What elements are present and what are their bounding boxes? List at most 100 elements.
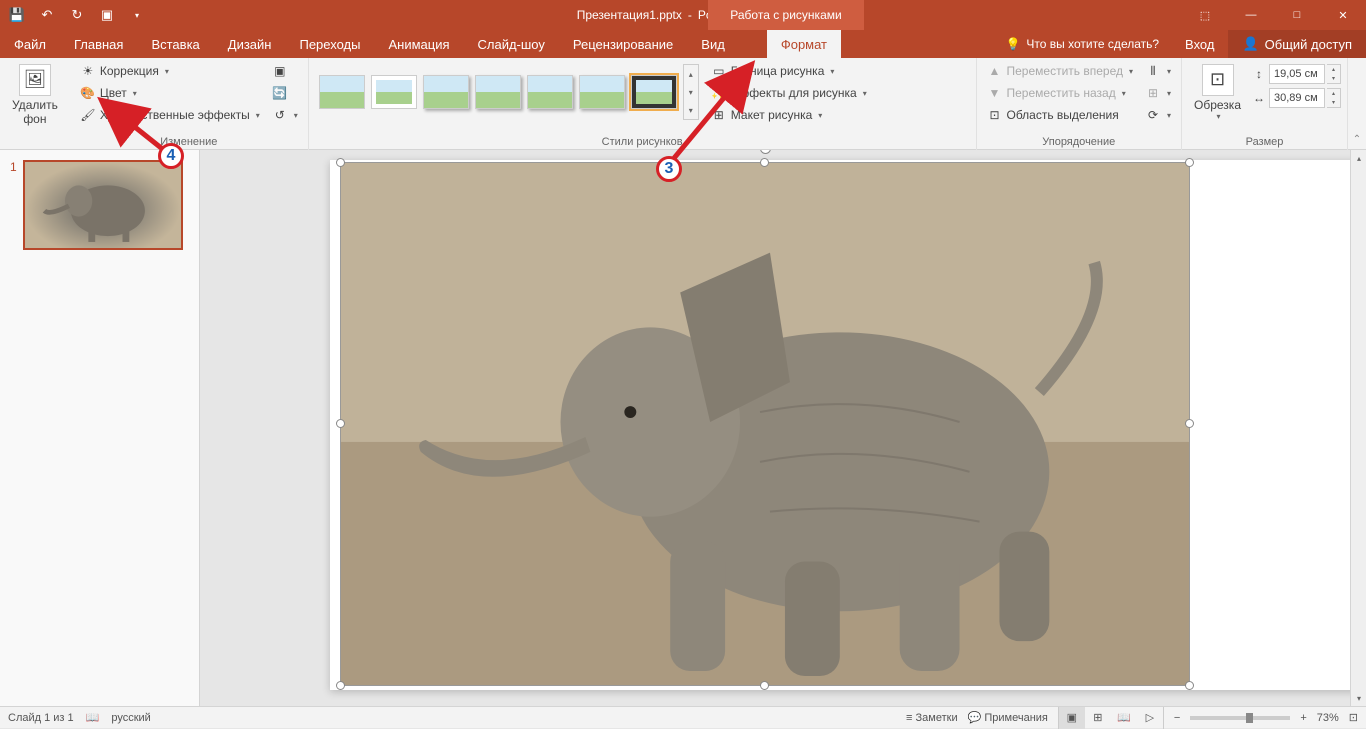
selected-picture[interactable] [340, 162, 1190, 686]
tell-me-placeholder: Что вы хотите сделать? [1026, 37, 1159, 51]
group-label-arrange: Упорядочение [983, 134, 1176, 150]
crop-button[interactable]: ⊡ Обрезка ▾ [1188, 60, 1247, 126]
change-picture-button[interactable]: 🔄 [268, 82, 302, 104]
slideshow-view-button[interactable]: ▷ [1137, 707, 1163, 729]
color-button[interactable]: 🎨Цвет▾ [76, 82, 264, 104]
resize-handle-ne[interactable] [1185, 158, 1194, 167]
collapse-ribbon-button[interactable]: ⌃ [1353, 134, 1361, 145]
tab-home[interactable]: Главная [60, 30, 137, 58]
tab-transitions[interactable]: Переходы [285, 30, 374, 58]
picture-layout-button[interactable]: ⊞Макет рисунка▾ [707, 104, 871, 126]
slide-sorter-button[interactable]: ⊞ [1085, 707, 1111, 729]
tab-review[interactable]: Рецензирование [559, 30, 687, 58]
share-button[interactable]: 👤 Общий доступ [1228, 30, 1366, 58]
height-input[interactable]: 19,05 см [1269, 64, 1325, 84]
width-input[interactable]: 30,89 см [1269, 88, 1325, 108]
reset-icon: ↺ [272, 107, 288, 123]
zoom-out-button[interactable]: − [1174, 712, 1180, 724]
slide-thumbnails-panel[interactable]: 1 [0, 150, 200, 706]
remove-background-button[interactable]: 🖼 Удалить фон [6, 60, 64, 131]
tell-me-search[interactable]: 💡 Что вы хотите сделать? [993, 37, 1171, 51]
zoom-level[interactable]: 73% [1317, 712, 1339, 724]
tab-animations[interactable]: Анимация [374, 30, 463, 58]
height-spinner[interactable]: ▴▾ [1327, 64, 1341, 84]
bring-forward-button[interactable]: ▲Переместить вперед▾ [983, 60, 1138, 82]
normal-view-button[interactable]: ▣ [1059, 707, 1085, 729]
selection-pane-button[interactable]: ⊡Область выделения [983, 104, 1138, 126]
width-icon: ↔ [1251, 90, 1267, 106]
redo-button[interactable]: ↻ [66, 4, 88, 26]
status-bar: Слайд 1 из 1 📖 русский ≡ Заметки 💬 Приме… [0, 706, 1366, 728]
picture-border-button[interactable]: ▭Граница рисунка▾ [707, 60, 871, 82]
reset-picture-button[interactable]: ↺▾ [268, 104, 302, 126]
scroll-down-button[interactable]: ▾ [1351, 690, 1366, 706]
zoom-slider[interactable] [1190, 716, 1290, 720]
slide-canvas[interactable] [200, 150, 1366, 706]
scroll-up-button[interactable]: ▴ [1351, 150, 1366, 166]
remove-background-icon: 🖼 [19, 64, 51, 96]
sign-in-button[interactable]: Вход [1171, 37, 1228, 52]
rotate-button[interactable]: ⟳▾ [1141, 104, 1175, 126]
window-controls: ⬚ — □ ✕ [1182, 0, 1366, 30]
qat-more-button[interactable]: ▾ [126, 4, 148, 26]
close-button[interactable]: ✕ [1320, 0, 1366, 30]
style-thumb-3[interactable] [423, 75, 469, 109]
zoom-in-button[interactable]: + [1300, 712, 1306, 724]
send-backward-button[interactable]: ▼Переместить назад▾ [983, 82, 1138, 104]
artistic-effects-button[interactable]: 🖌Художественные эффекты▾ [76, 104, 264, 126]
tab-format[interactable]: Формат [767, 30, 841, 58]
minimize-button[interactable]: — [1228, 0, 1274, 30]
picture-styles-gallery[interactable]: ▴▾▾ [315, 60, 703, 124]
compress-pictures-button[interactable]: ▣ [268, 60, 302, 82]
tab-insert[interactable]: Вставка [137, 30, 213, 58]
style-thumb-1[interactable] [319, 75, 365, 109]
reading-view-button[interactable]: 📖 [1111, 707, 1137, 729]
gallery-more-button[interactable]: ▴▾▾ [683, 64, 699, 120]
style-thumb-2[interactable] [371, 75, 417, 109]
resize-handle-nw[interactable] [336, 158, 345, 167]
zoom-slider-thumb[interactable] [1246, 713, 1253, 723]
resize-handle-n[interactable] [760, 158, 769, 167]
notes-button[interactable]: ≡ Заметки [906, 712, 958, 724]
save-button[interactable]: 💾 [6, 4, 28, 26]
corrections-button[interactable]: ☀Коррекция▾ [76, 60, 264, 82]
group-button[interactable]: ⊞▾ [1141, 82, 1175, 104]
doc-name: Презентация1.pptx [577, 8, 682, 22]
picture-effects-button[interactable]: ✨Эффекты для рисунка▾ [707, 82, 871, 104]
resize-handle-sw[interactable] [336, 681, 345, 690]
slide-1[interactable] [330, 160, 1366, 690]
ribbon: 🖼 Удалить фон ☀Коррекция▾ 🎨Цвет▾ 🖌Художе… [0, 58, 1366, 150]
crop-icon: ⊡ [1202, 64, 1234, 96]
style-thumb-5[interactable] [527, 75, 573, 109]
undo-button[interactable]: ↶ [36, 4, 58, 26]
tab-slideshow[interactable]: Слайд-шоу [464, 30, 559, 58]
color-icon: 🎨 [80, 85, 96, 101]
tab-view[interactable]: Вид [687, 30, 739, 58]
height-icon: ↕ [1251, 66, 1267, 82]
resize-handle-w[interactable] [336, 419, 345, 428]
fit-to-window-button[interactable]: ⊡ [1349, 711, 1358, 724]
slideshow-from-start-button[interactable]: ▣ [96, 4, 118, 26]
ribbon-display-options-button[interactable]: ⬚ [1182, 0, 1228, 30]
send-backward-icon: ▼ [987, 85, 1003, 101]
slide-counter[interactable]: Слайд 1 из 1 [8, 712, 74, 724]
comments-button[interactable]: 💬 Примечания [968, 711, 1048, 724]
chevron-down-icon: ▾ [294, 111, 298, 120]
style-thumb-6[interactable] [579, 75, 625, 109]
style-thumb-7[interactable] [631, 75, 677, 109]
tab-design[interactable]: Дизайн [214, 30, 286, 58]
width-spinner[interactable]: ▴▾ [1327, 88, 1341, 108]
style-thumb-4[interactable] [475, 75, 521, 109]
slide-thumbnail-1[interactable]: 1 [10, 160, 189, 250]
align-button[interactable]: ⫴▾ [1141, 60, 1175, 82]
rotate-handle[interactable] [760, 150, 771, 154]
tab-file[interactable]: Файл [0, 30, 60, 58]
thumbnail-image [23, 160, 183, 250]
spell-check-icon[interactable]: 📖 [86, 711, 100, 724]
maximize-button[interactable]: □ [1274, 0, 1320, 30]
resize-handle-se[interactable] [1185, 681, 1194, 690]
resize-handle-e[interactable] [1185, 419, 1194, 428]
language-status[interactable]: русский [111, 712, 150, 724]
vertical-scrollbar[interactable]: ▴ ▾ [1350, 150, 1366, 706]
resize-handle-s[interactable] [760, 681, 769, 690]
